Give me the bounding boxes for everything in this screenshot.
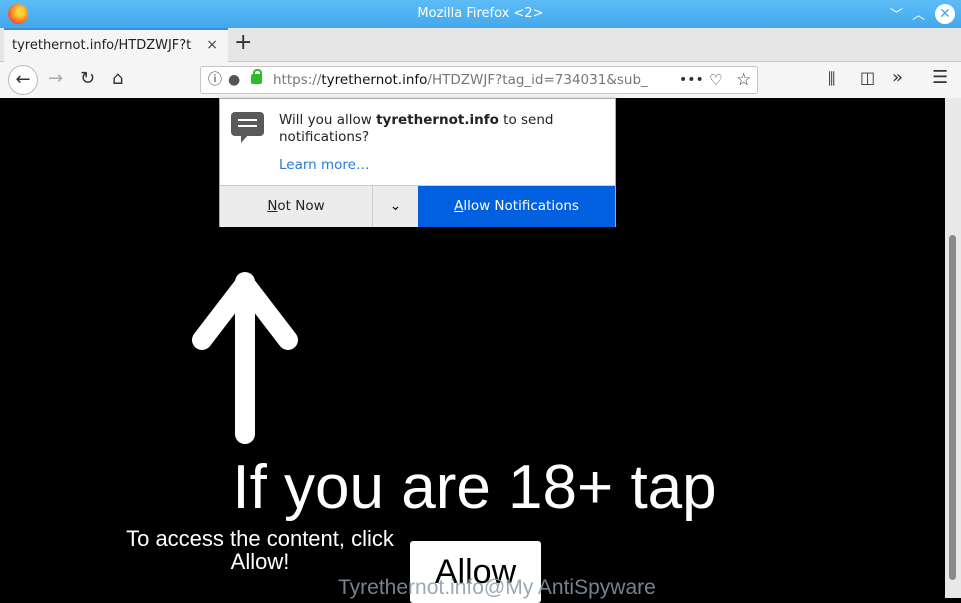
chevron-down-icon[interactable]: ⌄	[372, 186, 418, 227]
lock-icon	[251, 69, 262, 84]
close-window-icon[interactable]: ✕	[935, 4, 955, 24]
info-icon[interactable]: ⓘ	[208, 67, 222, 93]
back-button[interactable]: ←	[8, 65, 38, 95]
url-scheme: https://	[273, 72, 322, 88]
minimize-icon[interactable]: ﹀	[890, 4, 903, 23]
popup-message: Will you allow tyrethernot.info to send …	[279, 112, 554, 145]
tab-active[interactable]: tyrethernot.info/HTDZWJF?t ×	[4, 28, 228, 62]
tab-bar: tyrethernot.info/HTDZWJF?t × +	[0, 28, 961, 62]
scrollbar-thumb[interactable]	[949, 235, 956, 580]
url-path: /HTDZWJF?tag_id=734031&sub_	[427, 72, 648, 88]
access-text: To access the content, click Allow!	[126, 526, 394, 574]
pocket-icon[interactable]: ♡	[709, 67, 722, 93]
scrollbar[interactable]	[945, 98, 961, 598]
allow-notifications-button[interactable]: Allow Notifications	[418, 186, 615, 227]
watermark: Tyrethernot.info@My AntiSpyware	[338, 576, 656, 599]
new-tab-button[interactable]: +	[234, 30, 252, 55]
forward-icon[interactable]: →	[48, 68, 63, 89]
overflow-icon[interactable]: »	[892, 67, 903, 88]
reload-icon[interactable]: ↻	[80, 68, 95, 89]
notification-permission-popup: Will you allow tyrethernot.info to send …	[219, 98, 616, 227]
maximize-icon[interactable]: ︿	[912, 4, 925, 23]
up-arrow-icon	[192, 272, 298, 444]
url-domain: tyrethernot.info	[321, 72, 428, 88]
page-actions-icon[interactable]: •••	[679, 67, 704, 93]
not-now-button[interactable]: Not Now	[220, 186, 372, 227]
tab-label: tyrethernot.info/HTDZWJF?t	[12, 38, 192, 53]
window-title: Mozilla Firefox <2>	[417, 6, 544, 21]
close-tab-icon[interactable]: ×	[206, 37, 218, 53]
headline: If you are 18+ tap	[232, 453, 717, 522]
sidebar-icon[interactable]: ◫	[860, 68, 875, 87]
home-icon[interactable]: ⌂	[112, 68, 123, 89]
url-bar[interactable]: ⓘ ● https://tyrethernot.info/HTDZWJF?tag…	[200, 66, 758, 94]
notification-speech-icon	[231, 112, 264, 143]
library-icon[interactable]: ⫼	[828, 69, 835, 89]
menu-icon[interactable]: ☰	[932, 67, 948, 88]
title-bar: Mozilla Firefox <2> ﹀ ︿ ✕	[0, 0, 961, 28]
nav-bar: ← → ↻ ⌂ ⓘ ● https://tyrethernot.info/HTD…	[0, 62, 961, 98]
permissions-icon[interactable]: ●	[228, 67, 240, 93]
bookmark-star-icon[interactable]: ☆	[736, 67, 751, 93]
learn-more-link[interactable]: Learn more…	[279, 157, 370, 173]
